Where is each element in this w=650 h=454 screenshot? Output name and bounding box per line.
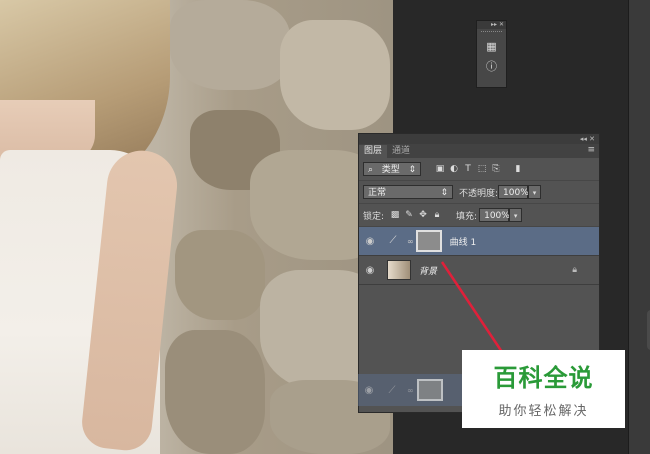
blend-mode-value: 正常 xyxy=(368,188,387,198)
eye-icon[interactable]: ◉ xyxy=(359,236,381,247)
link-icon[interactable]: ∞ xyxy=(407,237,414,246)
info-icon[interactable]: ⓘ xyxy=(482,57,502,75)
filter-toggle-icon[interactable]: ▮ xyxy=(511,164,525,174)
pixel-filter-icon[interactable]: ▣ xyxy=(433,164,447,174)
smartobject-filter-icon[interactable]: ⎘ xyxy=(489,164,503,174)
adjustment-filter-icon[interactable]: ◐ xyxy=(447,164,461,174)
lock-row: 锁定: ▩ ✎ ✥ 🔒︎ 填充: 100% ▾ xyxy=(359,204,599,227)
lock-position-icon[interactable]: ✥ xyxy=(416,210,430,220)
watermark-logo: 百科全说 助你轻松解决 xyxy=(462,350,625,428)
opacity-input[interactable]: 100% xyxy=(498,185,529,199)
tab-channels[interactable]: 通道 xyxy=(387,145,415,158)
blend-row: 正常 ⇕ 不透明度: 100% ▾ xyxy=(359,181,599,204)
opacity-label: 不透明度: xyxy=(459,188,499,199)
curves-adjustment-icon: ⟋ xyxy=(381,231,405,251)
panel-grip[interactable] xyxy=(481,31,502,35)
collapsed-panel: ▸▸ ✕ ▦ ⓘ xyxy=(476,20,507,88)
layer-name[interactable]: 背景 xyxy=(419,264,437,277)
mini-panel-controls[interactable]: ▸▸ ✕ xyxy=(477,21,506,29)
layer-mask-thumbnail xyxy=(416,379,443,401)
lock-icon: 🔒︎ xyxy=(572,265,577,275)
filter-row: ⌕ 类型 ⇕ ▣ ◐ T ⬚ ⎘ ▮ xyxy=(359,158,599,181)
opacity-dropdown[interactable]: ▾ xyxy=(528,185,542,199)
adjustments-panel-icon[interactable]: ▦ xyxy=(482,37,502,55)
updown-icon: ⇕ xyxy=(408,165,416,175)
filter-type-select[interactable]: ⌕ 类型 ⇕ xyxy=(363,162,421,176)
panel-tabs: 图层 通道 ≡ xyxy=(359,144,599,158)
eye-icon: ◉ xyxy=(364,384,374,396)
right-dock xyxy=(628,0,650,454)
lock-label: 锁定: xyxy=(363,211,385,222)
layer-mask-thumbnail[interactable] xyxy=(415,230,442,252)
layer-row-background[interactable]: ◉ 背景 🔒︎ xyxy=(359,256,599,285)
fill-label: 填充: xyxy=(456,211,478,222)
document-canvas[interactable] xyxy=(0,0,393,454)
panel-titlebar[interactable]: ◂◂ ✕ xyxy=(359,134,599,144)
lock-image-icon[interactable]: ✎ xyxy=(402,210,416,220)
watermark-subtitle: 助你轻松解决 xyxy=(498,404,589,419)
panel-menu-icon[interactable]: ≡ xyxy=(587,145,595,155)
layer-name[interactable]: 曲线 1 xyxy=(450,235,477,248)
shape-filter-icon[interactable]: ⬚ xyxy=(475,164,489,174)
filter-type-label: 类型 xyxy=(381,165,400,175)
lock-transparent-icon[interactable]: ▩ xyxy=(388,210,402,220)
updown-icon: ⇕ xyxy=(440,188,448,198)
watermark-title: 百科全说 xyxy=(493,364,594,392)
layer-row-curves[interactable]: ◉ ⟋ ∞ 曲线 1 xyxy=(359,227,599,256)
fill-dropdown[interactable]: ▾ xyxy=(509,208,523,222)
lock-all-icon[interactable]: 🔒︎ xyxy=(430,210,444,220)
fill-input[interactable]: 100% xyxy=(479,208,510,222)
eye-icon[interactable]: ◉ xyxy=(359,265,381,276)
text-filter-icon[interactable]: T xyxy=(461,164,475,174)
link-icon: ∞ xyxy=(407,385,414,395)
search-icon: ⌕ xyxy=(368,165,374,175)
layer-thumbnail xyxy=(387,260,411,280)
tab-layers[interactable]: 图层 xyxy=(359,145,388,158)
blend-mode-select[interactable]: 正常 ⇕ xyxy=(363,185,453,199)
curves-adjustment-icon: ⟋ xyxy=(388,384,396,396)
